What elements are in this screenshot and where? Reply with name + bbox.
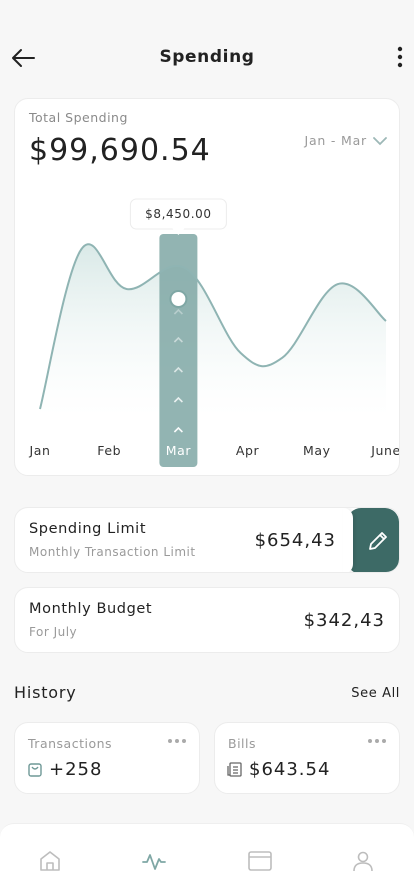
- edit-limit-button[interactable]: [347, 508, 399, 572]
- transactions-value: +258: [49, 759, 103, 780]
- more-horizontal-icon[interactable]: [167, 737, 187, 745]
- history-title: History: [14, 683, 77, 702]
- header: Spending: [0, 36, 414, 80]
- chevron-down-icon: [373, 136, 387, 145]
- monthly-budget-subtitle: For July: [29, 625, 78, 639]
- chart-tooltip: $8,450.00: [129, 198, 227, 235]
- card-icon[interactable]: [247, 848, 273, 874]
- date-range-select[interactable]: Jan - Mar: [304, 133, 387, 148]
- spending-limit-card[interactable]: Spending Limit Monthly Transaction Limit…: [14, 507, 400, 573]
- receipt-icon: [227, 762, 242, 777]
- total-spending-value: $99,690.54: [29, 133, 211, 168]
- bills-card[interactable]: Bills $643.54: [214, 722, 400, 794]
- date-range-value: Jan - Mar: [304, 133, 367, 148]
- monthly-budget-card[interactable]: Monthly Budget For July $342,43: [14, 587, 400, 653]
- spending-limit-subtitle: Monthly Transaction Limit: [29, 545, 196, 559]
- transactions-label: Transactions: [28, 736, 113, 751]
- spending-limit-title: Spending Limit: [29, 521, 147, 537]
- x-tick-label[interactable]: Jan: [28, 443, 50, 458]
- profile-icon[interactable]: [350, 848, 376, 874]
- bills-value: $643.54: [249, 759, 331, 780]
- monthly-budget-title: Monthly Budget: [29, 601, 153, 617]
- monthly-budget-amount: $342,43: [303, 610, 385, 631]
- highlight-point[interactable]: [169, 290, 188, 308]
- total-spending-label: Total Spending: [29, 110, 128, 125]
- x-tick-label[interactable]: May: [303, 443, 331, 458]
- chart-area-fill: [40, 244, 386, 417]
- x-axis: Jan Feb Mar Apr May June: [28, 443, 400, 458]
- more-vertical-icon[interactable]: [396, 44, 404, 70]
- limit-divider: [343, 508, 353, 572]
- spending-limit-amount: $654,43: [254, 530, 336, 551]
- activity-icon[interactable]: [141, 848, 167, 874]
- bills-label: Bills: [228, 736, 257, 751]
- spending-chart-card: $8,450.00 Jan Feb Mar Apr May June Total Spen…: [14, 98, 400, 476]
- x-tick-label[interactable]: Apr: [236, 443, 260, 458]
- see-all-link[interactable]: See All: [351, 686, 400, 701]
- x-tick-label[interactable]: Mar: [166, 443, 192, 458]
- transactions-card[interactable]: Transactions +258: [14, 722, 200, 794]
- bag-icon: [28, 763, 42, 777]
- x-tick-label[interactable]: June: [370, 443, 400, 458]
- pencil-icon: [369, 532, 387, 550]
- more-horizontal-icon[interactable]: [367, 737, 387, 745]
- page-title: Spending: [159, 47, 255, 67]
- bottom-tab-bar: [0, 823, 414, 896]
- home-icon[interactable]: [37, 848, 63, 874]
- x-tick-label[interactable]: Feb: [97, 443, 121, 458]
- tooltip-value: $8,450.00: [145, 207, 211, 221]
